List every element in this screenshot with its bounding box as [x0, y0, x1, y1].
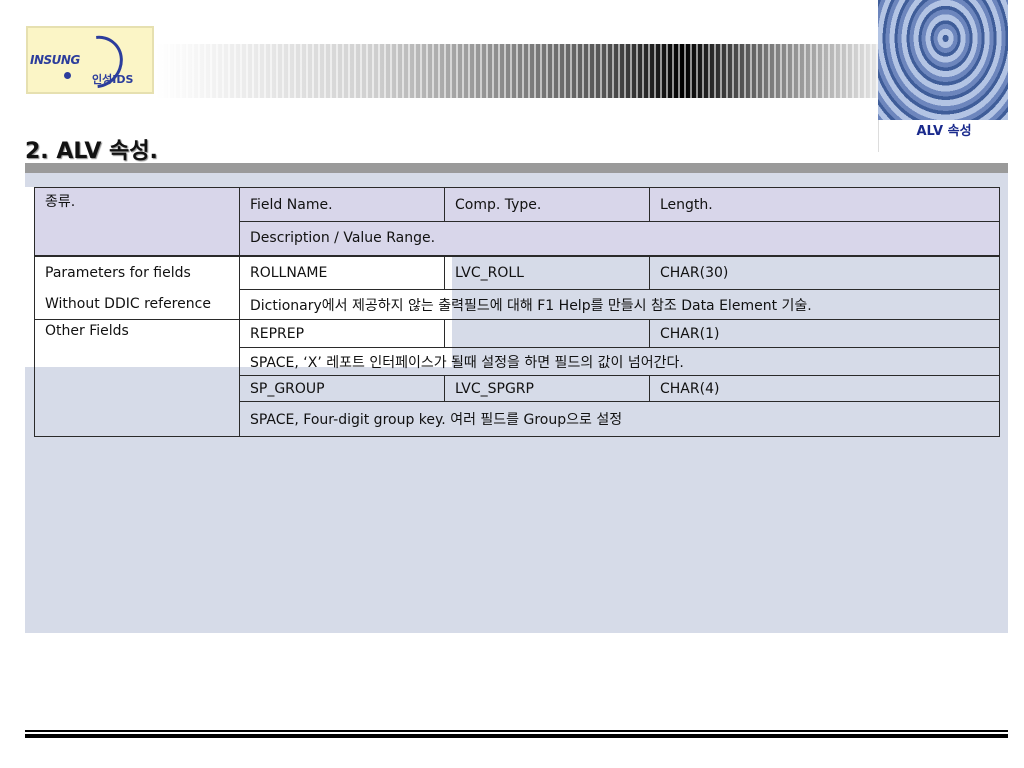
- header-kind-cell: 종류.: [34, 187, 240, 256]
- footer-rule-thick: [25, 734, 1008, 738]
- header-field-name-cell: Field Name.: [239, 187, 445, 222]
- label-line-cell: Parameters for fields: [34, 254, 240, 290]
- title-underline: [25, 163, 1008, 173]
- label-line-cell: Without DDIC reference: [34, 289, 240, 320]
- logo-main-text: INSUNG: [30, 53, 80, 67]
- comp-type-cell: LVC_ROLL: [444, 254, 650, 290]
- length-cell: CHAR(4): [649, 375, 1000, 402]
- field-name-cell: SP_GROUP: [239, 375, 445, 402]
- alv-attributes-table: 종류. Field Name. Comp. Type. Length. Desc…: [34, 187, 1000, 437]
- description-cell: Dictionary에서 제공하지 않는 출력필드에 대해 F1 Help를 만…: [239, 289, 1000, 320]
- page-title: 2. ALV 속성.: [25, 139, 158, 164]
- footer-rule-thin: [25, 730, 1008, 732]
- table-header-row: 종류. Field Name. Comp. Type. Length.: [34, 187, 1000, 256]
- length-cell: CHAR(1): [649, 319, 1000, 348]
- label-line-cell: Other Fields: [34, 319, 240, 437]
- field-name-cell: REPREP: [239, 319, 445, 348]
- table-row-description: Without DDIC reference Dictionary에서 제공하지…: [34, 289, 1000, 320]
- header-description-cell: Description / Value Range.: [239, 221, 1000, 256]
- header-length-cell: Length.: [649, 187, 1000, 222]
- header-gradient-bar: [156, 44, 878, 98]
- logo-sub-text: 인성IDS: [92, 73, 134, 86]
- comp-type-cell: LVC_SPGRP: [444, 375, 650, 402]
- length-cell: CHAR(30): [649, 254, 1000, 290]
- company-logo: INSUNG 인성IDS: [26, 25, 154, 99]
- field-name-cell: ROLLNAME: [239, 254, 445, 290]
- description-cell: SPACE, ‘X’ 레포트 인터페이스가 될때 설정을 하면 필드의 값이 넘…: [239, 347, 1000, 376]
- section-corner-label: ALV 속성: [878, 120, 1009, 152]
- water-ripple-image: [878, 0, 1008, 120]
- description-cell: SPACE, Four-digit group key. 여러 필드를 Grou…: [239, 401, 1000, 437]
- logo-dot-icon: [64, 72, 71, 79]
- table-row: Other Fields REPREP CHAR(1): [34, 319, 1000, 437]
- header-comp-type-cell: Comp. Type.: [444, 187, 650, 222]
- comp-type-cell: [444, 319, 650, 348]
- table-row: Parameters for fields ROLLNAME LVC_ROLL …: [34, 254, 1000, 290]
